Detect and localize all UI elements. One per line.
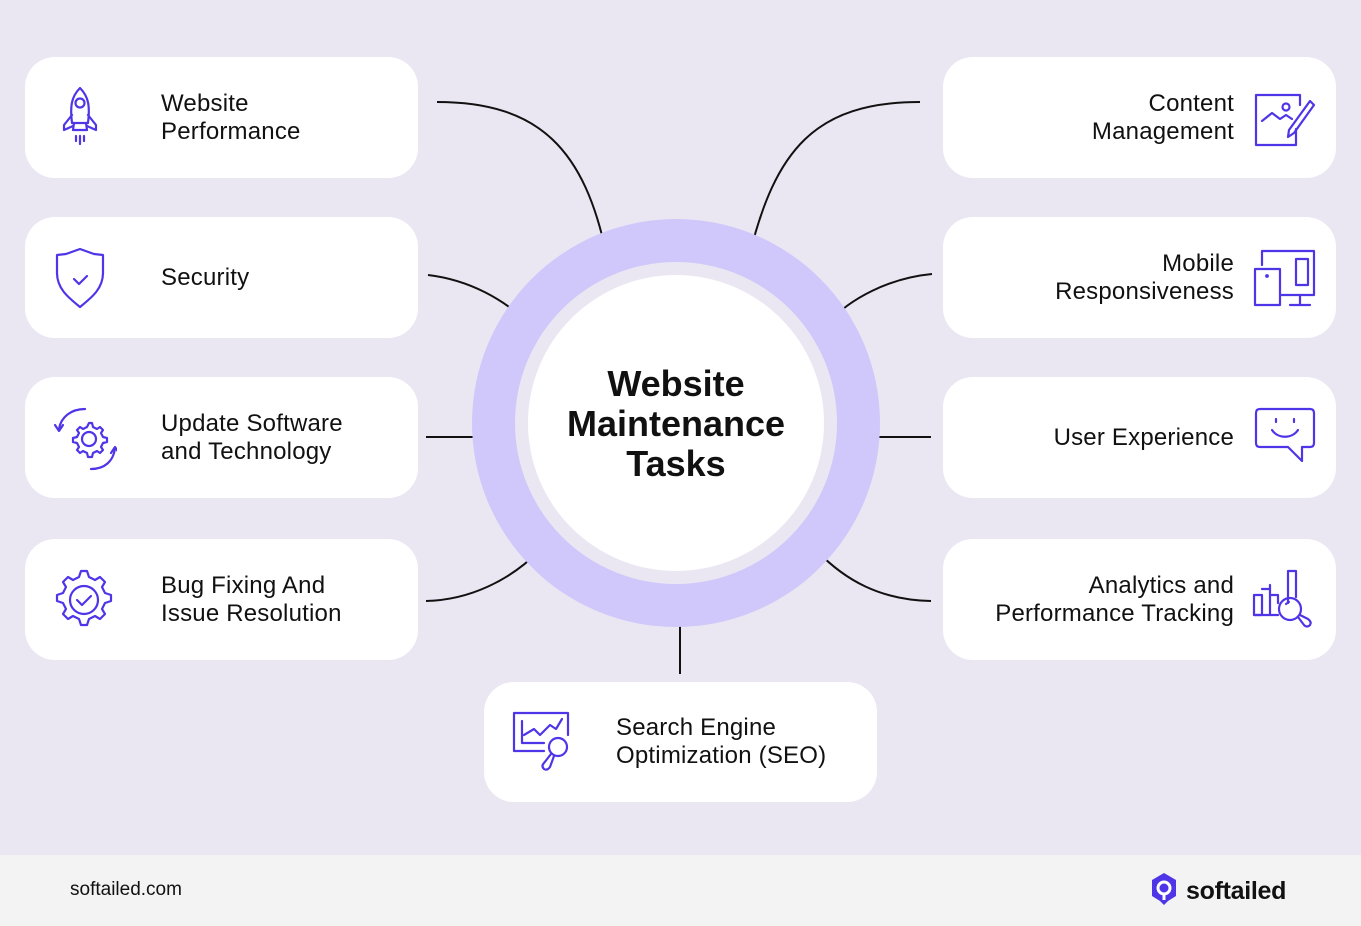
- seo-chart-magnifier-icon: [510, 709, 576, 775]
- connector-content-management: [748, 101, 921, 258]
- node-label: Update Software and Technology: [161, 409, 343, 465]
- node-label: User Experience: [1053, 423, 1234, 451]
- brand-name: softailed: [1186, 877, 1287, 905]
- brand-logo[interactable]: softailed: [1150, 872, 1286, 911]
- node-security: Security: [25, 217, 418, 338]
- node-website-performance: Website Performance: [25, 57, 418, 178]
- gear-refresh-icon: [51, 405, 117, 471]
- node-seo: Search Engine Optimization (SEO): [484, 682, 877, 802]
- node-mobile-responsiveness: Mobile Responsiveness: [943, 217, 1336, 338]
- smile-chat-icon: [1252, 405, 1318, 471]
- node-update-software: Update Software and Technology: [25, 377, 418, 498]
- node-label: Website Performance: [161, 89, 301, 145]
- node-bug-fixing: Bug Fixing And Issue Resolution: [25, 539, 418, 660]
- center-title: Website Maintenance Tasks: [566, 363, 786, 484]
- node-label: Bug Fixing And Issue Resolution: [161, 571, 342, 627]
- node-label: Content Management: [1091, 89, 1234, 145]
- rocket-icon: [51, 85, 117, 151]
- node-analytics: Analytics and Performance Tracking: [943, 539, 1336, 660]
- node-user-experience: User Experience: [943, 377, 1336, 498]
- node-content-management: Content Management: [943, 57, 1336, 178]
- chart-search-icon: [1252, 567, 1318, 633]
- diagram-canvas: Website Maintenance Tasks Website Perfor…: [0, 0, 1361, 855]
- node-label: Security: [161, 263, 250, 291]
- gear-check-icon: [51, 567, 117, 633]
- softailed-logo-icon: [1150, 872, 1178, 911]
- node-label: Mobile Responsiveness: [1055, 249, 1234, 305]
- devices-icon: [1252, 245, 1318, 311]
- center-hub: Website Maintenance Tasks: [528, 275, 824, 571]
- footer: softailed.com softailed: [0, 855, 1361, 926]
- connector-website-performance: [436, 101, 608, 258]
- shield-check-icon: [51, 245, 117, 311]
- connector-bug-fixing: [425, 550, 540, 602]
- connector-analytics: [816, 550, 932, 602]
- node-label: Search Engine Optimization (SEO): [616, 714, 827, 769]
- node-label: Analytics and Performance Tracking: [995, 571, 1234, 627]
- image-edit-icon: [1252, 85, 1318, 151]
- website-link[interactable]: softailed.com: [70, 879, 182, 901]
